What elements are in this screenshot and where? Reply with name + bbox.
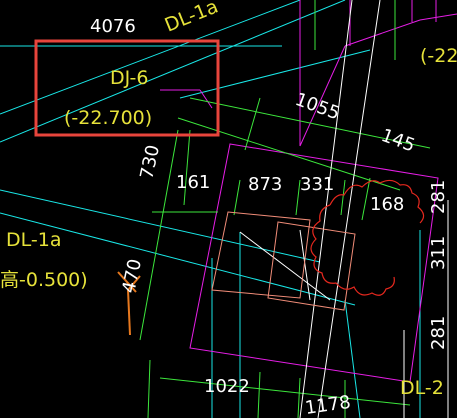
beam-dl1a-left-label: DL-1a <box>6 229 61 251</box>
dim-1022: 1022 <box>204 376 250 397</box>
pile-cap-outline <box>211 211 356 311</box>
dim-470: 470 <box>118 257 146 295</box>
dim-311: 311 <box>428 236 449 270</box>
beam-dl2-label: DL-2 <box>400 377 444 399</box>
dim-873: 873 <box>248 174 282 195</box>
cad-drawing-canvas[interactable]: 4076 DL-1a (-22 DJ-6 (-22.700) 1055 145 … <box>0 0 457 418</box>
dim-331: 331 <box>300 174 334 195</box>
dim-281-bottom: 281 <box>428 316 449 350</box>
cyan-lines <box>0 0 421 418</box>
dim-730: 730 <box>136 143 164 181</box>
cad-drawing: 4076 DL-1a (-22 DJ-6 (-22.700) 1055 145 … <box>0 0 457 418</box>
dim-161: 161 <box>176 172 210 193</box>
beam-top-right-label: (-22 <box>420 45 457 67</box>
dim-145: 145 <box>378 125 417 156</box>
pile-cap-name[interactable]: DJ-6 <box>110 67 149 89</box>
white-lines <box>239 0 449 418</box>
dim-281-top: 281 <box>428 180 449 214</box>
dim-168: 168 <box>370 194 404 215</box>
dim-4076: 4076 <box>90 16 136 37</box>
beam-elevation-left-label: 高-0.500) <box>0 269 88 291</box>
beam-dl1a-top-label: DL-1a <box>162 0 222 37</box>
pile-cap-elevation[interactable]: (-22.700) <box>64 107 152 129</box>
